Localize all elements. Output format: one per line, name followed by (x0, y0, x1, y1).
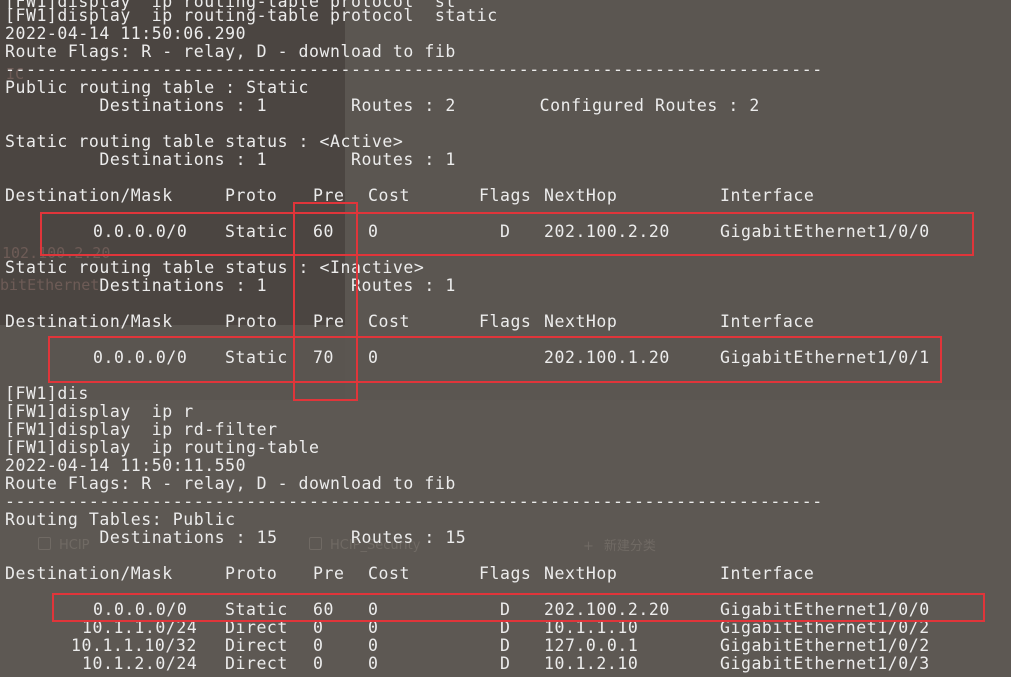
timestamp: 2022-04-14 11:50:11.550 (5, 456, 247, 475)
public-totals: Destinations : 15 Routes : 15 (5, 528, 467, 547)
route-flags: D (500, 636, 511, 655)
route-flags: Route Flags: R - relay, D - download to … (5, 474, 456, 493)
route-destination: 10.1.1.10/32 (71, 636, 197, 655)
header-cost: Cost (368, 186, 410, 205)
separator: ----------------------------------------… (5, 492, 823, 511)
header-nexthop: NextHop (544, 312, 618, 331)
header-destination: Destination/Mask (5, 312, 173, 331)
header-nexthop: NextHop (544, 186, 618, 205)
header-flags: Flags (479, 186, 532, 205)
separator: ----------------------------------------… (5, 60, 823, 79)
new-category-label: 新建分类 (603, 539, 656, 554)
route-flags: D (500, 654, 511, 673)
header-interface: Interface (720, 564, 815, 583)
route-proto: Direct (225, 654, 288, 673)
header-proto: Proto (225, 312, 278, 331)
inactive-summary: Destinations : 1 Routes : 1 (5, 276, 456, 295)
route-preference: 0 (313, 654, 324, 673)
routing-tables-title: Routing Tables: Public (5, 510, 236, 529)
route-proto: Direct (225, 636, 288, 655)
route-nexthop: 10.1.2.10 (544, 654, 639, 673)
route-interface: GigabitEthernet1/0/2 (720, 636, 930, 655)
terminal-command: [FW1]display ip rd-filter (5, 420, 278, 439)
plus-icon: + (583, 539, 594, 554)
highlight-default-route (52, 593, 985, 622)
terminal-command: [FW1]display ip r (5, 402, 194, 421)
header-cost: Cost (368, 312, 410, 331)
header-proto: Proto (225, 186, 278, 205)
highlight-inactive-route (48, 336, 942, 383)
route-flags: Route Flags: R - relay, D - download to … (5, 42, 456, 61)
route-nexthop: 127.0.0.1 (544, 636, 639, 655)
header-interface: Interface (720, 186, 815, 205)
route-cost: 0 (368, 654, 379, 673)
public-table-title: Public routing table : Static (5, 78, 310, 97)
header-flags: Flags (479, 312, 532, 331)
terminal-command: [FW1]dis (5, 384, 89, 403)
header-destination: Destination/Mask (5, 186, 173, 205)
header-cost: Cost (368, 564, 410, 583)
header-proto: Proto (225, 564, 278, 583)
timestamp: 2022-04-14 11:50:06.290 (5, 24, 247, 43)
header-flags: Flags (479, 564, 532, 583)
header-destination: Destination/Mask (5, 564, 173, 583)
terminal-command: [FW1]display ip routing-table protocol s… (5, 6, 498, 25)
new-category-button[interactable]: + 新建分类 (583, 535, 656, 554)
route-interface: GigabitEthernet1/0/3 (720, 654, 930, 673)
terminal-command: [FW1]display ip routing-table (5, 438, 320, 457)
active-summary: Destinations : 1 Routes : 1 (5, 150, 456, 169)
active-status: Static routing table status : <Active> (5, 132, 404, 151)
inactive-status: Static routing table status : <Inactive> (5, 258, 425, 277)
header-pre: Pre (313, 564, 345, 583)
public-summary: Destinations : 1 Routes : 2 Configured R… (5, 96, 760, 115)
route-preference: 0 (313, 636, 324, 655)
route-destination: 10.1.2.0/24 (82, 654, 198, 673)
header-nexthop: NextHop (544, 564, 618, 583)
route-cost: 0 (368, 636, 379, 655)
highlight-active-route (40, 212, 974, 256)
terminal-window[interactable]: 102.100.2.20 bitEthernet IC HCIP HCIP_Se… (0, 0, 1011, 677)
header-interface: Interface (720, 312, 815, 331)
